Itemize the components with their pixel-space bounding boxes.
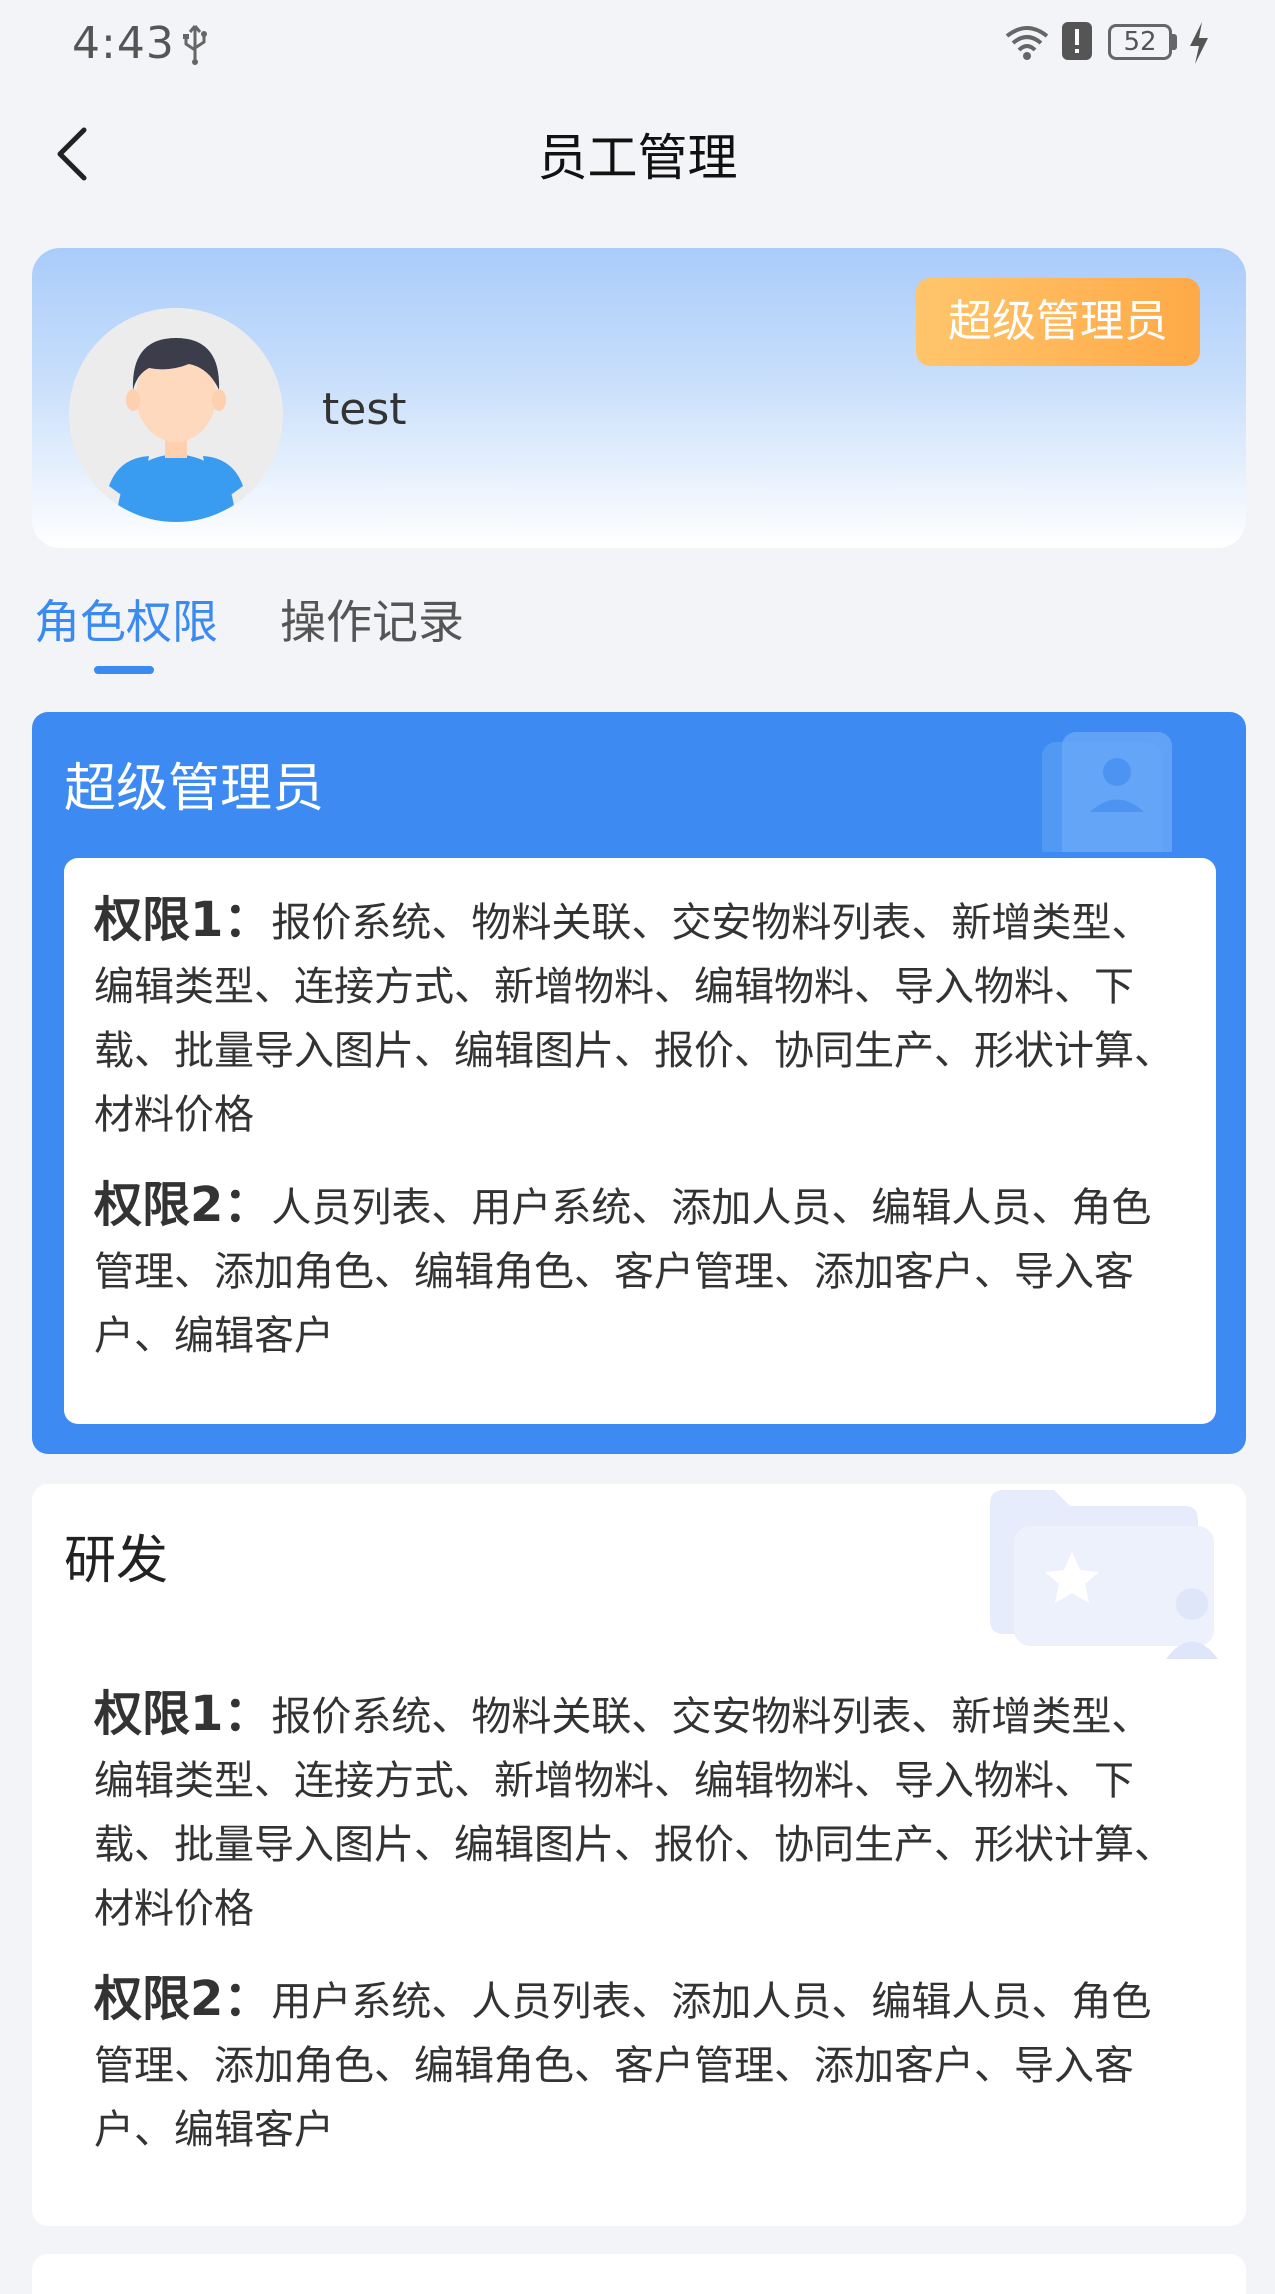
usb-icon	[183, 25, 207, 65]
battery-level: 52	[1123, 27, 1157, 57]
user-avatar-icon	[69, 308, 283, 522]
id-card-icon	[1042, 732, 1172, 852]
tab-indicator	[94, 666, 154, 674]
battery-cap	[1172, 34, 1177, 50]
status-time: 4:43	[72, 18, 175, 69]
status-bar: 4:43 52	[0, 0, 1275, 88]
permission-list: 权限1：报价系统、物料关联、交安物料列表、新增类型、编辑类型、连接方式、新增物料…	[64, 858, 1216, 1424]
permission-label: 权限2：	[94, 1971, 272, 2027]
role-badge: 超级管理员	[916, 278, 1200, 366]
permission-label: 权限2：	[94, 1177, 272, 1233]
username: test	[322, 384, 407, 435]
page-title: 员工管理	[537, 129, 738, 187]
permission-item: 权限2：人员列表、用户系统、添加人员、编辑人员、角色管理、添加角色、编辑角色、客…	[94, 1173, 1186, 1368]
alert-icon	[1062, 22, 1092, 60]
permission-item: 权限2：用户系统、人员列表、添加人员、编辑人员、角色管理、添加角色、编辑角色、客…	[94, 1967, 1186, 2162]
battery-icon: 52	[1108, 24, 1172, 60]
tab-role-permissions[interactable]: 角色权限	[34, 586, 218, 652]
permission-label: 权限1：	[94, 892, 272, 948]
tab-bar: 角色权限 操作记录	[32, 580, 1246, 680]
nav-bar: 员工管理	[0, 96, 1275, 208]
permission-item: 权限1：报价系统、物料关联、交安物料列表、新增类型、编辑类型、连接方式、新增物料…	[94, 888, 1186, 1147]
profile-card: test 超级管理员	[32, 248, 1246, 548]
role-name: 超级管理员	[64, 759, 325, 819]
permission-label: 权限1：	[94, 1686, 272, 1742]
folder-star-icon	[990, 1490, 1218, 1659]
permission-list: 权限1：报价系统、物料关联、交安物料列表、新增类型、编辑类型、连接方式、新增物料…	[64, 1652, 1216, 2192]
charging-icon	[1190, 22, 1208, 64]
role-card-super-admin[interactable]: 超级管理员 权限1：报价系统、物料关联、交安物料列表、新增类型、编辑类型、连接方…	[32, 712, 1246, 1454]
role-name: 研发	[64, 1531, 169, 1591]
role-card-next	[32, 2254, 1246, 2294]
role-card-rnd[interactable]: 研发 权限1：报价系统、物料关联、交安物料列表、新增类型、编辑类型、连接方式、新…	[32, 1484, 1246, 2226]
tab-operation-records[interactable]: 操作记录	[280, 586, 464, 652]
permission-item: 权限1：报价系统、物料关联、交安物料列表、新增类型、编辑类型、连接方式、新增物料…	[94, 1682, 1186, 1941]
wifi-icon	[1005, 26, 1049, 60]
avatar[interactable]	[69, 308, 283, 522]
